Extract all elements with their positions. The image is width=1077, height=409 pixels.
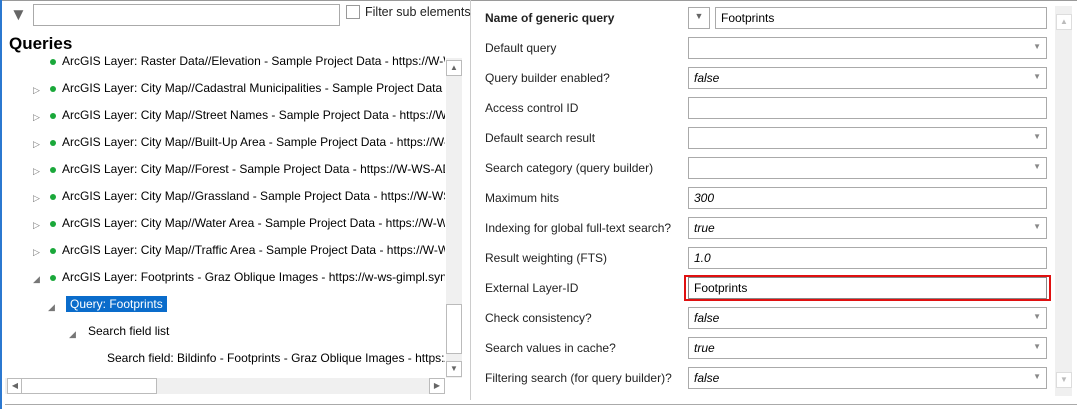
filter-input[interactable] xyxy=(33,4,340,26)
chevron-down-icon: ▼ xyxy=(1033,162,1041,171)
property-select[interactable]: true ▼ xyxy=(688,217,1047,239)
status-dot-icon xyxy=(50,58,56,65)
tree-item-query-selected[interactable]: Query: Footprints xyxy=(66,296,167,312)
property-label: Check consistency? xyxy=(485,311,592,325)
property-label: Filtering search (for query builder)? xyxy=(485,371,672,385)
tree-item[interactable]: ArcGIS Layer: City Map//Traffic Area - S… xyxy=(50,243,445,257)
property-input[interactable]: 300 xyxy=(688,187,1047,209)
property-label: Maximum hits xyxy=(485,191,560,205)
property-label: Indexing for global full-text search? xyxy=(485,221,672,235)
filter-icon[interactable]: ▼ xyxy=(10,5,27,25)
tree-item[interactable]: ArcGIS Layer: City Map//Cadastral Munici… xyxy=(50,81,445,95)
status-dot-icon xyxy=(50,85,56,92)
property-input[interactable] xyxy=(688,97,1047,119)
property-select[interactable]: false ▼ xyxy=(688,367,1047,389)
tree-item-search-field-list[interactable]: Search field list xyxy=(88,324,169,338)
filter-sub-elements-label: Filter sub elements xyxy=(365,5,471,19)
status-dot-icon xyxy=(50,220,56,227)
tree-item[interactable]: ArcGIS Layer: City Map//Street Names - S… xyxy=(50,108,445,122)
pane-splitter[interactable] xyxy=(470,0,471,400)
name-dropdown-button[interactable]: ▼ xyxy=(688,7,710,29)
property-input[interactable]: 1.0 xyxy=(688,247,1047,269)
properties-scrollbar[interactable]: ▲ ▼ xyxy=(1055,6,1072,396)
status-dot-icon xyxy=(50,274,56,281)
scroll-thumb[interactable] xyxy=(446,304,462,354)
chevron-down-icon: ▼ xyxy=(1033,342,1041,351)
expand-icon[interactable]: ▷ xyxy=(33,139,40,150)
property-label: Name of generic query xyxy=(485,11,615,25)
scroll-right-icon[interactable]: ▶ xyxy=(429,378,445,394)
status-dot-icon xyxy=(50,112,56,119)
property-label: Query builder enabled? xyxy=(485,71,610,85)
property-label: Result weighting (FTS) xyxy=(485,251,608,265)
collapse-icon[interactable]: ◢ xyxy=(48,302,55,313)
expand-icon[interactable]: ▷ xyxy=(33,247,40,258)
expand-icon[interactable]: ▷ xyxy=(33,220,40,231)
filter-sub-elements-checkbox[interactable] xyxy=(346,5,360,19)
top-border xyxy=(0,0,1077,1)
tree-item[interactable]: ArcGIS Layer: Footprints - Graz Oblique … xyxy=(50,270,445,284)
property-label: Access control ID xyxy=(485,101,579,115)
property-label: Default search result xyxy=(485,131,596,145)
expand-icon[interactable]: ▷ xyxy=(33,85,40,96)
status-dot-icon xyxy=(50,247,56,254)
chevron-down-icon: ▼ xyxy=(1033,72,1041,81)
chevron-down-icon: ▼ xyxy=(1033,312,1041,321)
chevron-down-icon: ▼ xyxy=(1033,372,1041,381)
tree-item[interactable]: ArcGIS Layer: City Map//Built-Up Area - … xyxy=(50,135,445,149)
collapse-icon[interactable]: ◢ xyxy=(69,329,76,340)
status-dot-icon xyxy=(50,166,56,173)
collapse-icon[interactable]: ◢ xyxy=(33,274,40,285)
tree-vertical-scrollbar[interactable]: ▲ ▼ xyxy=(446,58,462,378)
property-select[interactable]: false ▼ xyxy=(688,67,1047,89)
highlight-box xyxy=(684,275,1051,301)
tree-item[interactable]: ArcGIS Layer: City Map//Water Area - Sam… xyxy=(50,216,445,230)
expand-icon[interactable]: ▷ xyxy=(33,166,40,177)
property-select[interactable]: ▼ xyxy=(688,37,1047,59)
tree-item[interactable]: ArcGIS Layer: Raster Data//Elevation - S… xyxy=(50,54,445,68)
expand-icon[interactable]: ▷ xyxy=(33,193,40,204)
tree-item[interactable]: ArcGIS Layer: City Map//Forest - Sample … xyxy=(50,162,445,176)
property-label: Search category (query builder) xyxy=(485,161,654,175)
scroll-down-icon[interactable]: ▼ xyxy=(1056,372,1072,388)
scroll-down-icon[interactable]: ▼ xyxy=(446,361,462,377)
tree-horizontal-scrollbar[interactable]: ◀ ▶ xyxy=(5,378,445,394)
scroll-thumb[interactable] xyxy=(21,378,157,394)
property-label: Search values in cache? xyxy=(485,341,616,355)
property-select[interactable]: true ▼ xyxy=(688,337,1047,359)
query-tree: ArcGIS Layer: Raster Data//Elevation - S… xyxy=(0,52,445,378)
status-dot-icon xyxy=(50,193,56,200)
tree-item[interactable]: ArcGIS Layer: City Map//Grassland - Samp… xyxy=(50,189,445,203)
chevron-down-icon: ▼ xyxy=(1033,42,1041,51)
bottom-border xyxy=(5,404,1077,405)
property-select[interactable]: ▼ xyxy=(688,157,1047,179)
property-label: External Layer-ID xyxy=(485,281,579,295)
chevron-down-icon: ▼ xyxy=(1033,132,1041,141)
queries-title: Queries xyxy=(9,34,73,53)
status-dot-icon xyxy=(50,139,56,146)
property-label: Default query xyxy=(485,41,557,55)
property-select[interactable]: ▼ xyxy=(688,127,1047,149)
property-input[interactable]: Footprints xyxy=(715,7,1047,29)
expand-icon[interactable]: ▷ xyxy=(33,112,40,123)
scroll-up-icon[interactable]: ▲ xyxy=(1056,14,1072,30)
property-select[interactable]: false ▼ xyxy=(688,307,1047,329)
tree-item-search-field[interactable]: Search field: Bildinfo - Footprints - Gr… xyxy=(107,351,445,365)
scroll-up-icon[interactable]: ▲ xyxy=(446,60,462,76)
chevron-down-icon: ▼ xyxy=(1033,222,1041,231)
